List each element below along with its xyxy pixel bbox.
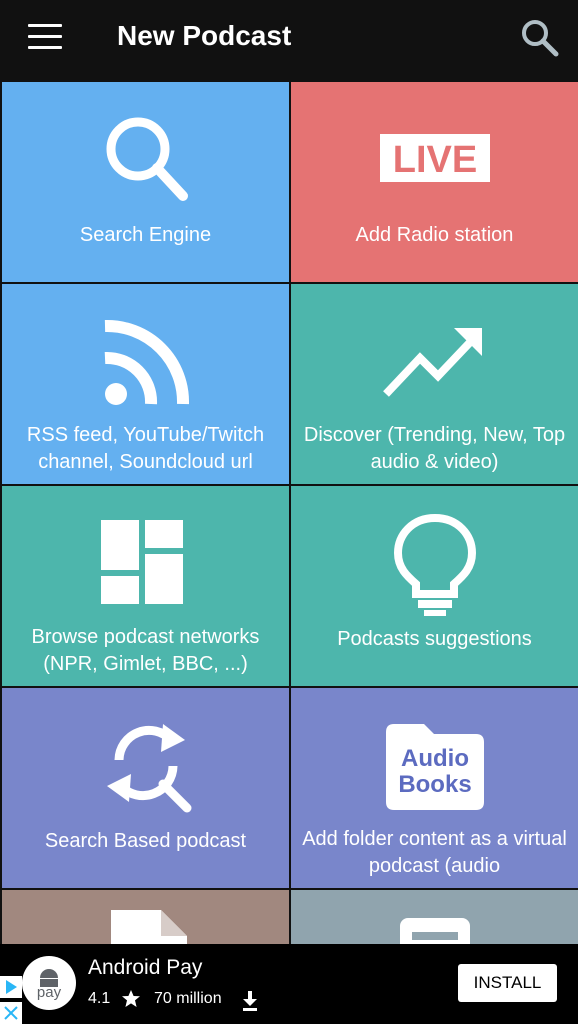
trending-icon (382, 328, 482, 397)
tile-label: Browse podcast networks (NPR, Gimlet, BB… (31, 626, 260, 675)
tile-label: Add Radio station (355, 224, 514, 246)
app-bar: New Podcast (0, 0, 578, 80)
search-refresh-icon (106, 724, 191, 813)
tile-document[interactable] (2, 890, 289, 944)
hamburger-menu-icon[interactable] (28, 24, 62, 54)
tile-rss-feed[interactable]: RSS feed, YouTube/Twitch channel, Soundc… (2, 284, 289, 484)
tile-label: Podcasts suggestions (337, 628, 532, 650)
svg-text:LIVE: LIVE (392, 139, 476, 181)
document-icon (110, 910, 187, 944)
card-icon (399, 918, 470, 944)
tile-label: RSS feed, YouTube/Twitch channel, Soundc… (26, 424, 265, 473)
tile-browse-networks[interactable]: Browse podcast networks (NPR, Gimlet, BB… (2, 486, 289, 686)
download-icon (243, 991, 257, 1011)
tile-search-based-podcast[interactable]: Search Based podcast (2, 688, 289, 888)
tile-discover[interactable]: Discover (Trending, New, Top audio & vid… (291, 284, 578, 484)
star-icon (122, 990, 140, 1007)
ad-title[interactable]: Android Pay (88, 956, 202, 980)
ad-rating: 4.1 (88, 990, 111, 1007)
lightbulb-icon (393, 513, 476, 616)
tile-grid: Search Engine LIVE Add Radio station RSS… (0, 80, 578, 944)
close-icon[interactable] (0, 1002, 22, 1024)
audiobooks-folder-icon: Audio Books (385, 724, 484, 810)
page-title: New Podcast (117, 20, 292, 51)
ad-downloads: 70 million (154, 990, 222, 1007)
tile-add-folder-content[interactable]: Audio Books Add folder content as a virt… (291, 688, 578, 888)
adchoices-icon[interactable] (0, 976, 22, 998)
rss-icon (104, 319, 189, 405)
tile-label: Search Based podcast (44, 830, 247, 852)
svg-text:Audio: Audio (401, 745, 469, 772)
tile-podcast-suggestions[interactable]: Podcasts suggestions (291, 486, 578, 686)
tile-label: Search Engine (79, 224, 212, 246)
dashboard-icon (100, 520, 183, 604)
search-icon (106, 117, 188, 201)
tile-label: Add folder content as a virtual podcast … (302, 828, 567, 877)
tile-search-engine[interactable]: Search Engine (2, 82, 289, 282)
tile-add-radio-station[interactable]: LIVE Add Radio station (291, 82, 578, 282)
live-icon: LIVE (379, 134, 490, 182)
tile-card[interactable] (291, 890, 578, 944)
tile-label: Discover (Trending, New, Top audio & vid… (303, 424, 566, 473)
android-pay-logo-icon[interactable]: pay (22, 956, 76, 1010)
install-button[interactable]: INSTALL (458, 964, 557, 1002)
svg-text:Books: Books (398, 771, 471, 798)
search-icon[interactable] (518, 16, 562, 60)
